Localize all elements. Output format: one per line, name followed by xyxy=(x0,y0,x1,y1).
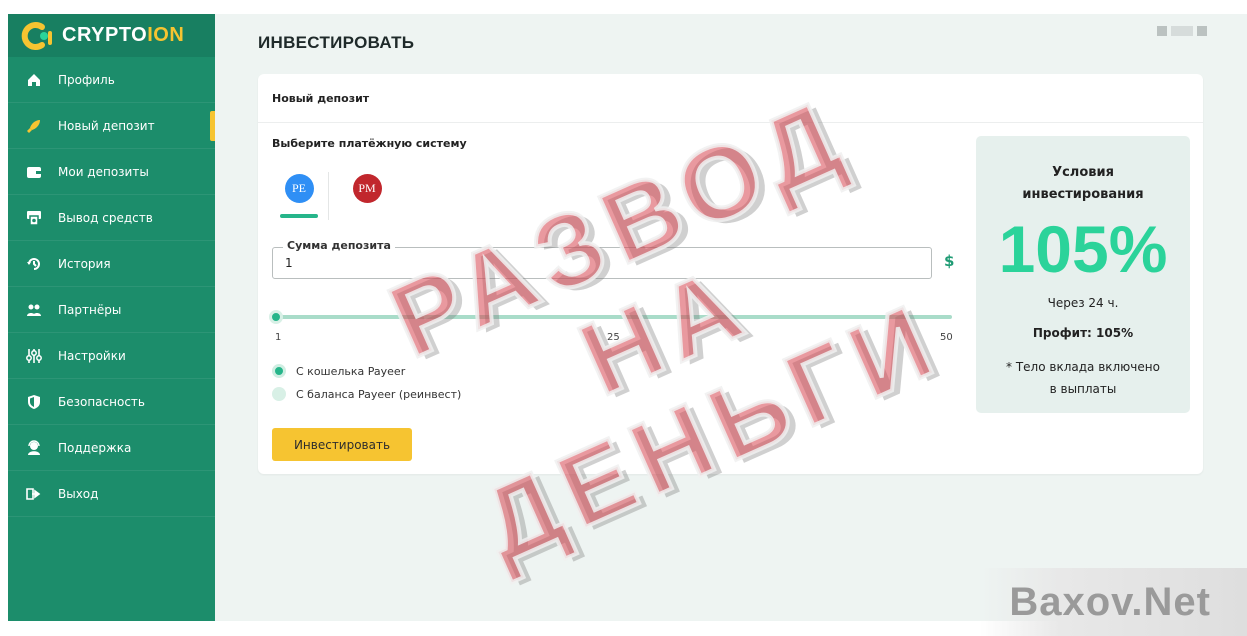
app-frame: CRYPTOION Профиль Новый депозит Мои депо… xyxy=(8,14,1247,621)
invest-button[interactable]: Инвестировать xyxy=(272,428,412,461)
source-option-label: С кошелька Payeer xyxy=(296,364,406,378)
payment-system-tabs: PE PM xyxy=(280,174,386,218)
payment-tab-payeer[interactable]: PE xyxy=(280,174,318,218)
source-option-reinvest[interactable]: С баланса Payeer (реинвест) xyxy=(272,387,461,401)
payeer-short: PE xyxy=(291,181,306,195)
logout-icon xyxy=(26,486,42,502)
sidebar-item-my-deposits[interactable]: Мои депозиты xyxy=(8,149,215,195)
partners-icon xyxy=(26,302,42,318)
sidebar-item-label: Безопасность xyxy=(58,394,145,409)
sidebar-item-label: Поддержка xyxy=(58,440,132,455)
brand-name: CRYPTOION xyxy=(62,24,184,47)
conditions-title: Условия инвестирования xyxy=(1022,165,1144,202)
payeer-logo-icon: PE xyxy=(284,174,314,203)
sidebar-item-label: Профиль xyxy=(58,72,115,87)
deposit-amount-field: Сумма депозита xyxy=(272,239,932,279)
payment-tab-perfect-money[interactable]: PM xyxy=(348,174,386,218)
sidebar-item-support[interactable]: Поддержка xyxy=(8,425,215,471)
investment-conditions-panel: Условия инвестирования 105% Через 24 ч. … xyxy=(976,136,1190,413)
card-title: Новый депозит xyxy=(258,74,1203,123)
brand-name-accent: ION xyxy=(147,24,185,46)
site-watermark: Baxov.Net xyxy=(980,568,1247,636)
conditions-note: * Тело вклада включено в выплаты xyxy=(1006,360,1160,396)
perfect-money-logo-icon: PM xyxy=(352,174,382,203)
slider-mid-label: 25 xyxy=(607,332,620,343)
watermark-text: Baxov.Net xyxy=(1009,579,1211,624)
wallet-icon xyxy=(26,164,42,180)
atm-icon xyxy=(26,210,42,226)
home-icon xyxy=(26,72,42,88)
sidebar: CRYPTOION Профиль Новый депозит Мои депо… xyxy=(8,14,215,621)
sidebar-item-security[interactable]: Безопасность xyxy=(8,379,215,425)
payment-system-label: Выберите платёжную систему xyxy=(272,137,467,150)
sidebar-nav: Профиль Новый депозит Мои депозиты Вывод… xyxy=(8,57,215,517)
sidebar-item-settings[interactable]: Настройки xyxy=(8,333,215,379)
sidebar-item-logout[interactable]: Выход xyxy=(8,471,215,517)
shield-icon xyxy=(26,394,42,410)
amount-slider-thumb[interactable] xyxy=(269,310,283,324)
radio-checked-icon xyxy=(272,364,286,378)
sidebar-item-label: Партнёры xyxy=(58,302,122,317)
slider-min-label: 1 xyxy=(275,332,282,343)
sidebar-item-withdraw[interactable]: Вывод средств xyxy=(8,195,215,241)
sidebar-item-history[interactable]: История xyxy=(8,241,215,287)
page-title: ИНВЕСТИРОВАТЬ xyxy=(258,33,415,53)
new-deposit-card: Новый депозит Выберите платёжную систему… xyxy=(258,74,1203,474)
brand-logo[interactable]: CRYPTOION xyxy=(8,14,215,57)
settings-sliders-icon xyxy=(26,348,42,364)
radio-unchecked-icon xyxy=(272,387,286,401)
deposit-amount-legend: Сумма депозита xyxy=(283,239,395,252)
sidebar-item-profile[interactable]: Профиль xyxy=(8,57,215,103)
sidebar-item-label: Новый депозит xyxy=(58,118,155,133)
logo-mark-icon xyxy=(20,21,54,51)
history-icon xyxy=(26,256,42,272)
sidebar-item-label: Вывод средств xyxy=(58,210,153,225)
source-option-label: С баланса Payeer (реинвест) xyxy=(296,387,462,401)
deposit-amount-input[interactable] xyxy=(283,255,887,271)
rocket-icon xyxy=(26,118,42,134)
sidebar-item-label: Мои депозиты xyxy=(58,164,149,179)
tab-divider xyxy=(328,172,329,220)
user-menu-avatar[interactable] xyxy=(1157,26,1207,36)
conditions-profit: Профит: 105% xyxy=(1032,326,1134,340)
sidebar-item-partners[interactable]: Партнёры xyxy=(8,287,215,333)
currency-symbol: $ xyxy=(944,252,955,270)
source-option-wallet[interactable]: С кошелька Payeer xyxy=(272,364,405,378)
conditions-percent: 105% xyxy=(998,212,1168,286)
sidebar-item-new-deposit[interactable]: Новый депозит xyxy=(8,103,215,149)
support-icon xyxy=(26,439,42,456)
sidebar-item-label: Выход xyxy=(58,486,99,501)
sidebar-item-label: Настройки xyxy=(58,348,126,363)
pm-short: PM xyxy=(358,181,376,195)
amount-slider-track[interactable] xyxy=(276,315,952,319)
brand-name-main: CRYPTO xyxy=(62,24,148,46)
conditions-term: Через 24 ч. xyxy=(1047,296,1119,310)
slider-max-label: 50 xyxy=(940,332,953,343)
sidebar-item-label: История xyxy=(58,256,111,271)
